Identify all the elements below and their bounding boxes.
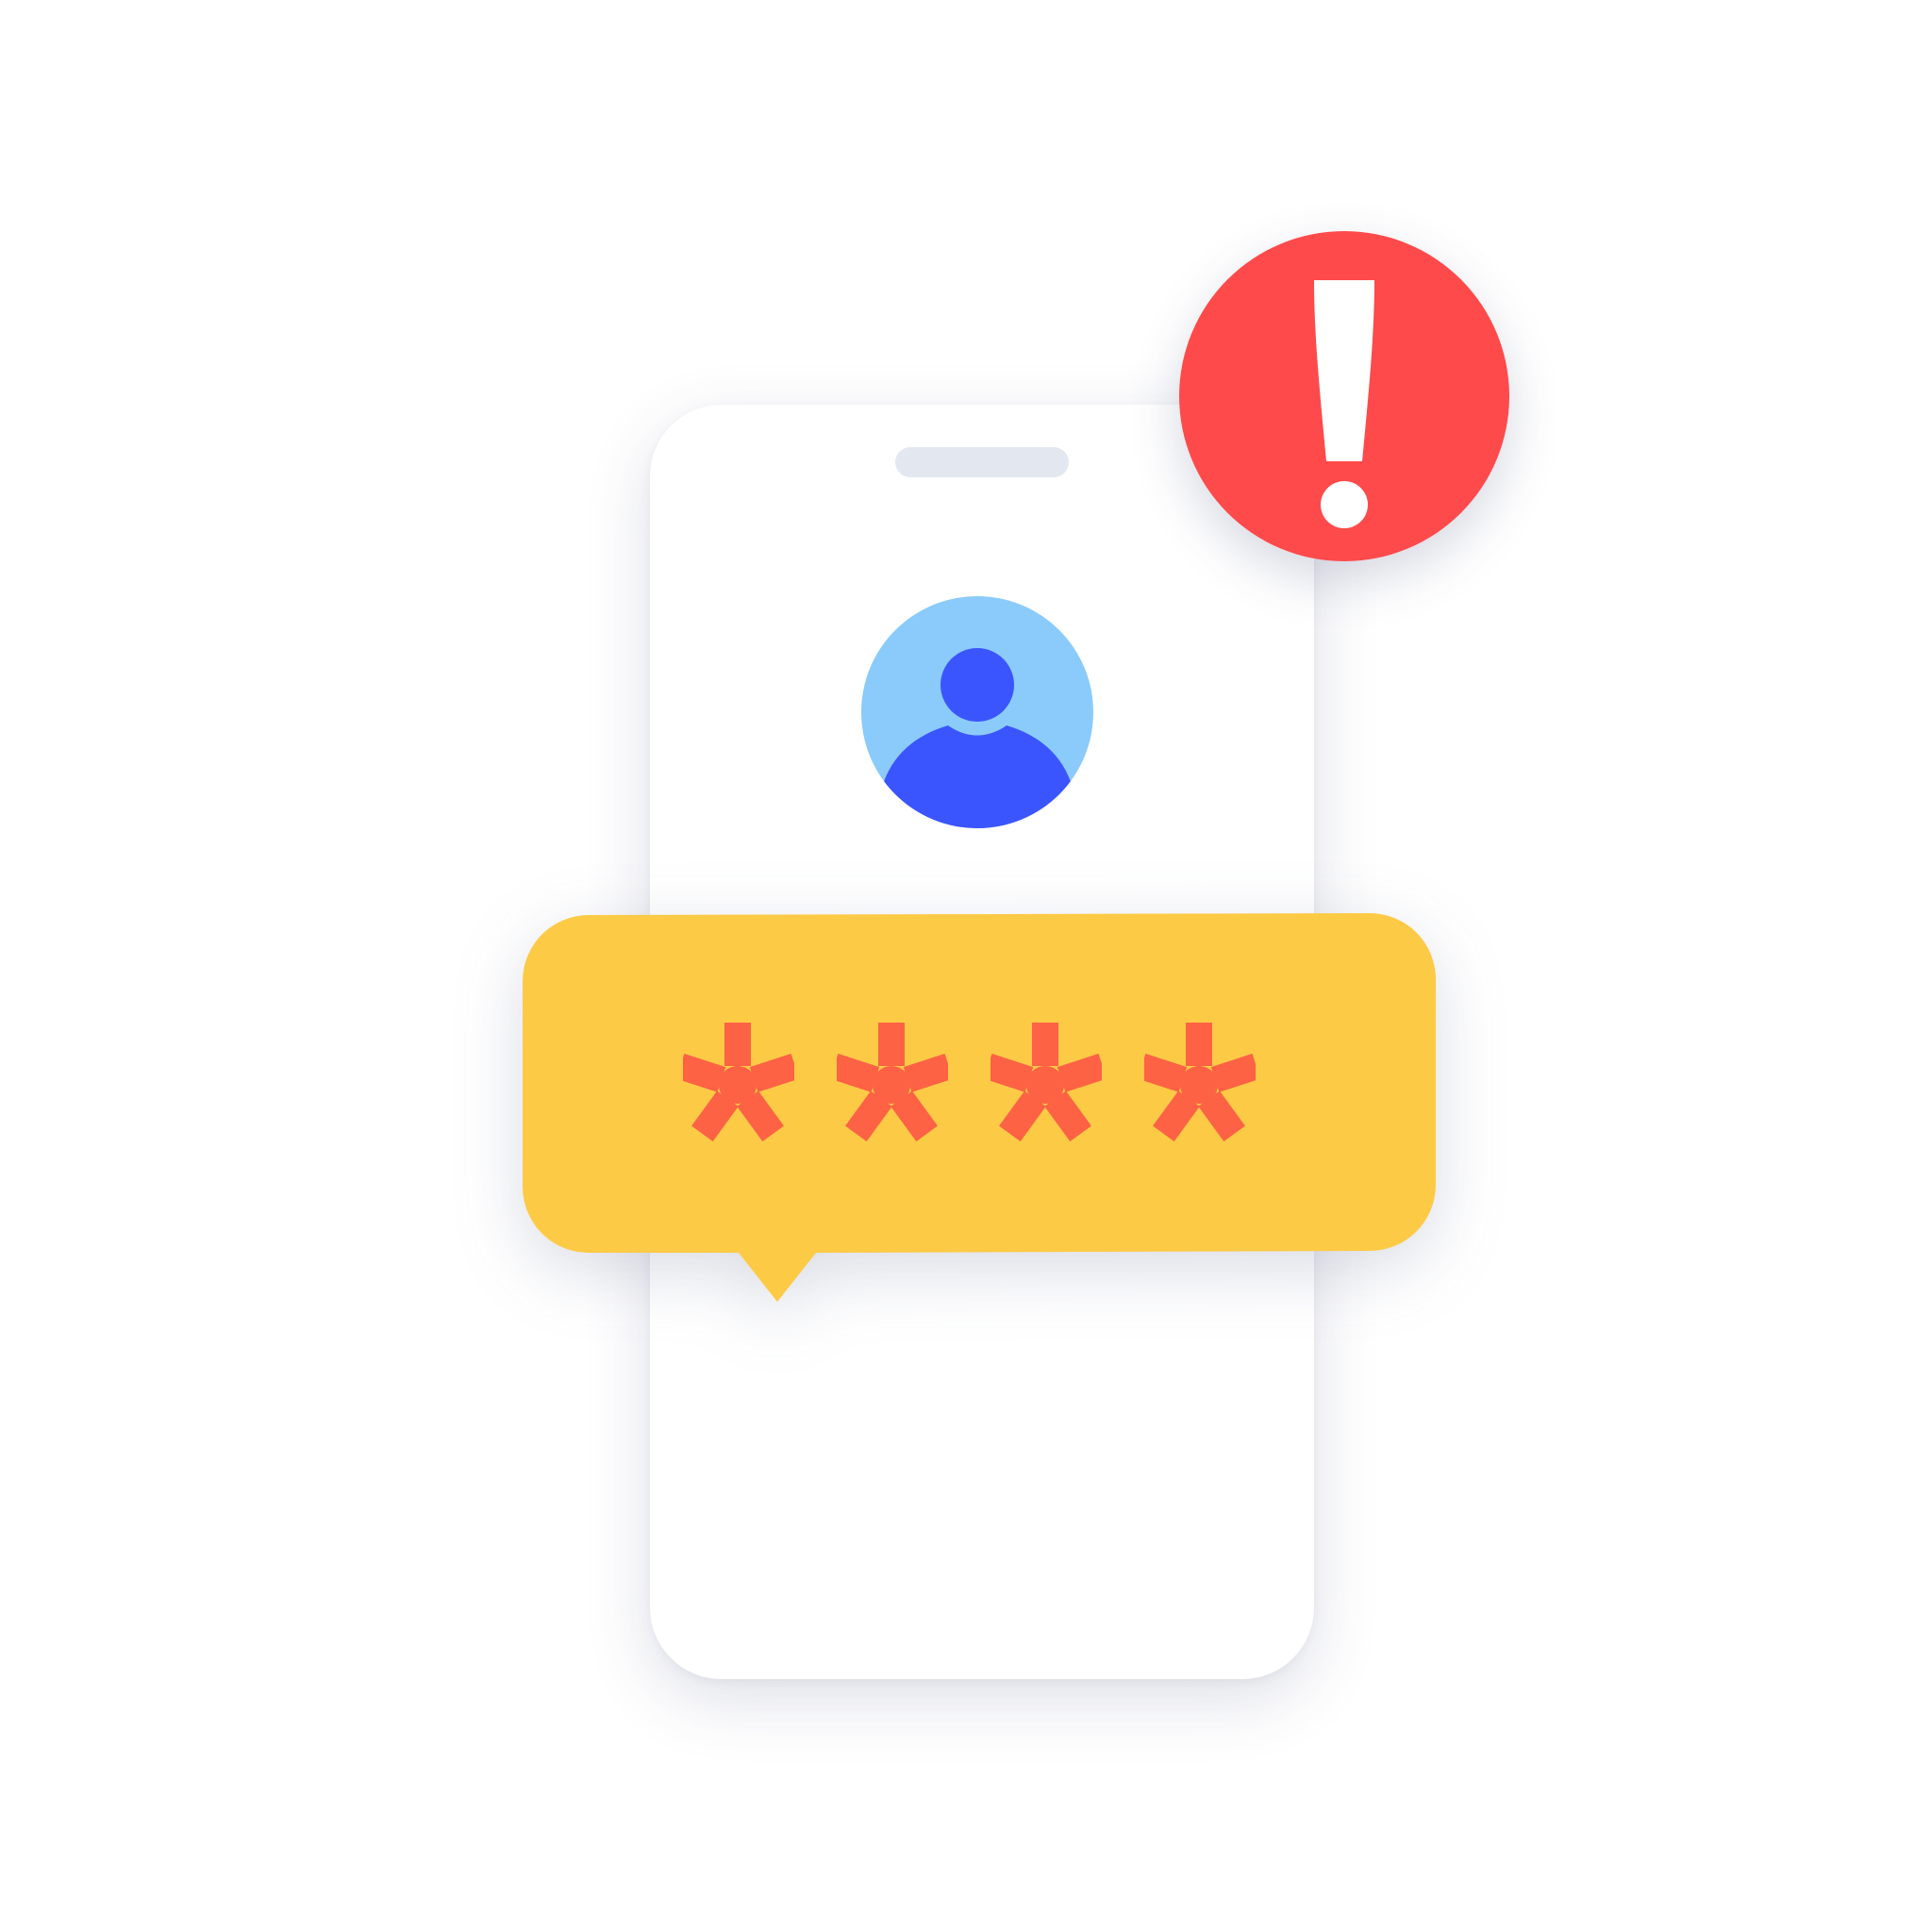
phone-speaker bbox=[895, 447, 1069, 477]
alert-badge bbox=[1179, 231, 1509, 561]
asterisk-icon: * bbox=[829, 1023, 954, 1147]
illustration-canvas: **** * * bbox=[0, 0, 1931, 1932]
user-avatar-icon bbox=[861, 596, 1093, 828]
asterisk-icon: * bbox=[983, 1023, 1107, 1147]
avatar-head bbox=[941, 648, 1014, 722]
asterisk-icon: * bbox=[675, 1023, 800, 1147]
password-bubble: **** * * bbox=[523, 911, 1436, 1307]
password-mask: **** * * bbox=[675, 1023, 1275, 1147]
asterisk-icon: * bbox=[1137, 1023, 1261, 1147]
